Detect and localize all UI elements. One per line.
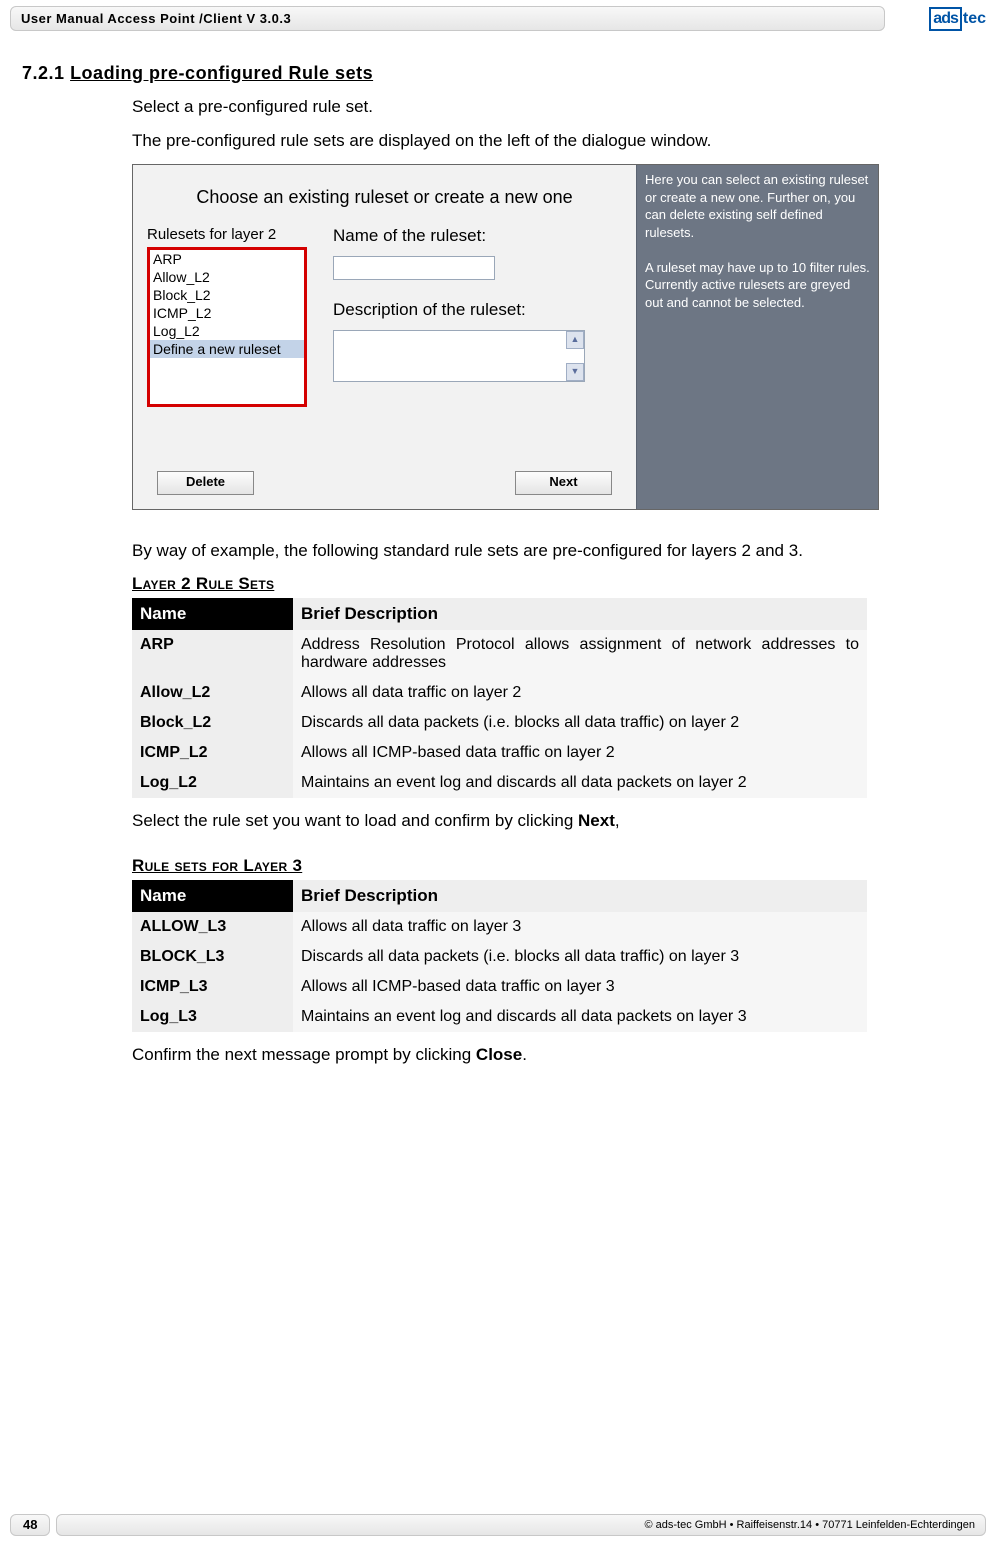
help-text-2: A ruleset may have up to 10 filter rules… <box>645 259 870 312</box>
intro-para-2: The pre-configured rule sets are display… <box>132 130 974 152</box>
section-number: 7.2.1 <box>22 63 65 83</box>
section-title: Loading pre-configured Rule sets <box>70 63 373 83</box>
list-item[interactable]: Log_L2 <box>150 322 304 340</box>
page-number: 48 <box>10 1514 50 1536</box>
th-desc: Brief Description <box>293 598 867 630</box>
help-panel: Here you can select an existing ruleset … <box>636 165 878 509</box>
ruleset-desc-input[interactable]: ▲ ▼ <box>333 330 585 382</box>
example-para: By way of example, the following standar… <box>132 540 974 562</box>
next-button[interactable]: Next <box>515 471 612 495</box>
th-desc: Brief Description <box>293 880 867 912</box>
copyright: © ads-tec GmbH • Raiffeisenstr.14 • 7077… <box>56 1514 986 1536</box>
logo-part2: tec <box>963 10 986 28</box>
layer3-caption: Rule sets for Layer 3 <box>132 856 974 876</box>
list-item[interactable]: Block_L2 <box>150 286 304 304</box>
table-row: ARPAddress Resolution Protocol allows as… <box>132 630 867 678</box>
logo: adstec <box>891 6 986 31</box>
field-name-label: Name of the ruleset: <box>333 226 622 246</box>
table-row: Allow_L2Allows all data traffic on layer… <box>132 678 867 708</box>
layer2-caption: Layer 2 Rule Sets <box>132 574 974 594</box>
select-next-para: Select the rule set you want to load and… <box>132 810 974 832</box>
table-row: Log_L2Maintains an event log and discard… <box>132 768 867 798</box>
table-row: Log_L3Maintains an event log and discard… <box>132 1002 867 1032</box>
table-row: Block_L2Discards all data packets (i.e. … <box>132 708 867 738</box>
field-desc-label: Description of the ruleset: <box>333 300 622 320</box>
ruleset-listbox[interactable]: ARP Allow_L2 Block_L2 ICMP_L2 Log_L2 Def… <box>147 247 307 407</box>
th-name: Name <box>132 880 293 912</box>
section-heading: 7.2.1 Loading pre-configured Rule sets <box>22 63 974 84</box>
layer3-table: Name Brief Description ALLOW_L3Allows al… <box>132 880 867 1032</box>
help-text-1: Here you can select an existing ruleset … <box>645 171 870 241</box>
layer2-table: Name Brief Description ARPAddress Resolu… <box>132 598 867 798</box>
list-item-selected[interactable]: Define a new ruleset <box>150 340 304 358</box>
table-row: ALLOW_L3Allows all data traffic on layer… <box>132 912 867 942</box>
header-bar: User Manual Access Point /Client V 3.0.3… <box>10 6 986 31</box>
scroll-down-icon[interactable]: ▼ <box>566 363 584 381</box>
ruleset-name-input[interactable] <box>333 256 495 280</box>
dialog-title: Choose an existing ruleset or create a n… <box>147 187 622 208</box>
header-title: User Manual Access Point /Client V 3.0.3 <box>10 6 885 31</box>
list-item[interactable]: ARP <box>150 250 304 268</box>
list-item[interactable]: ICMP_L2 <box>150 304 304 322</box>
th-name: Name <box>132 598 293 630</box>
list-item[interactable]: Allow_L2 <box>150 268 304 286</box>
delete-button[interactable]: Delete <box>157 471 254 495</box>
footer-bar: 48 © ads-tec GmbH • Raiffeisenstr.14 • 7… <box>10 1514 986 1536</box>
table-row: ICMP_L3Allows all ICMP-based data traffi… <box>132 972 867 1002</box>
intro-para-1: Select a pre-configured rule set. <box>132 96 974 118</box>
close-para: Confirm the next message prompt by click… <box>132 1044 974 1066</box>
scroll-up-icon[interactable]: ▲ <box>566 331 584 349</box>
list-label: Rulesets for layer 2 <box>147 226 307 243</box>
table-row: ICMP_L2Allows all ICMP-based data traffi… <box>132 738 867 768</box>
screenshot-dialog: Choose an existing ruleset or create a n… <box>132 164 879 510</box>
table-row: BLOCK_L3Discards all data packets (i.e. … <box>132 942 867 972</box>
logo-part1: ads <box>929 7 962 31</box>
